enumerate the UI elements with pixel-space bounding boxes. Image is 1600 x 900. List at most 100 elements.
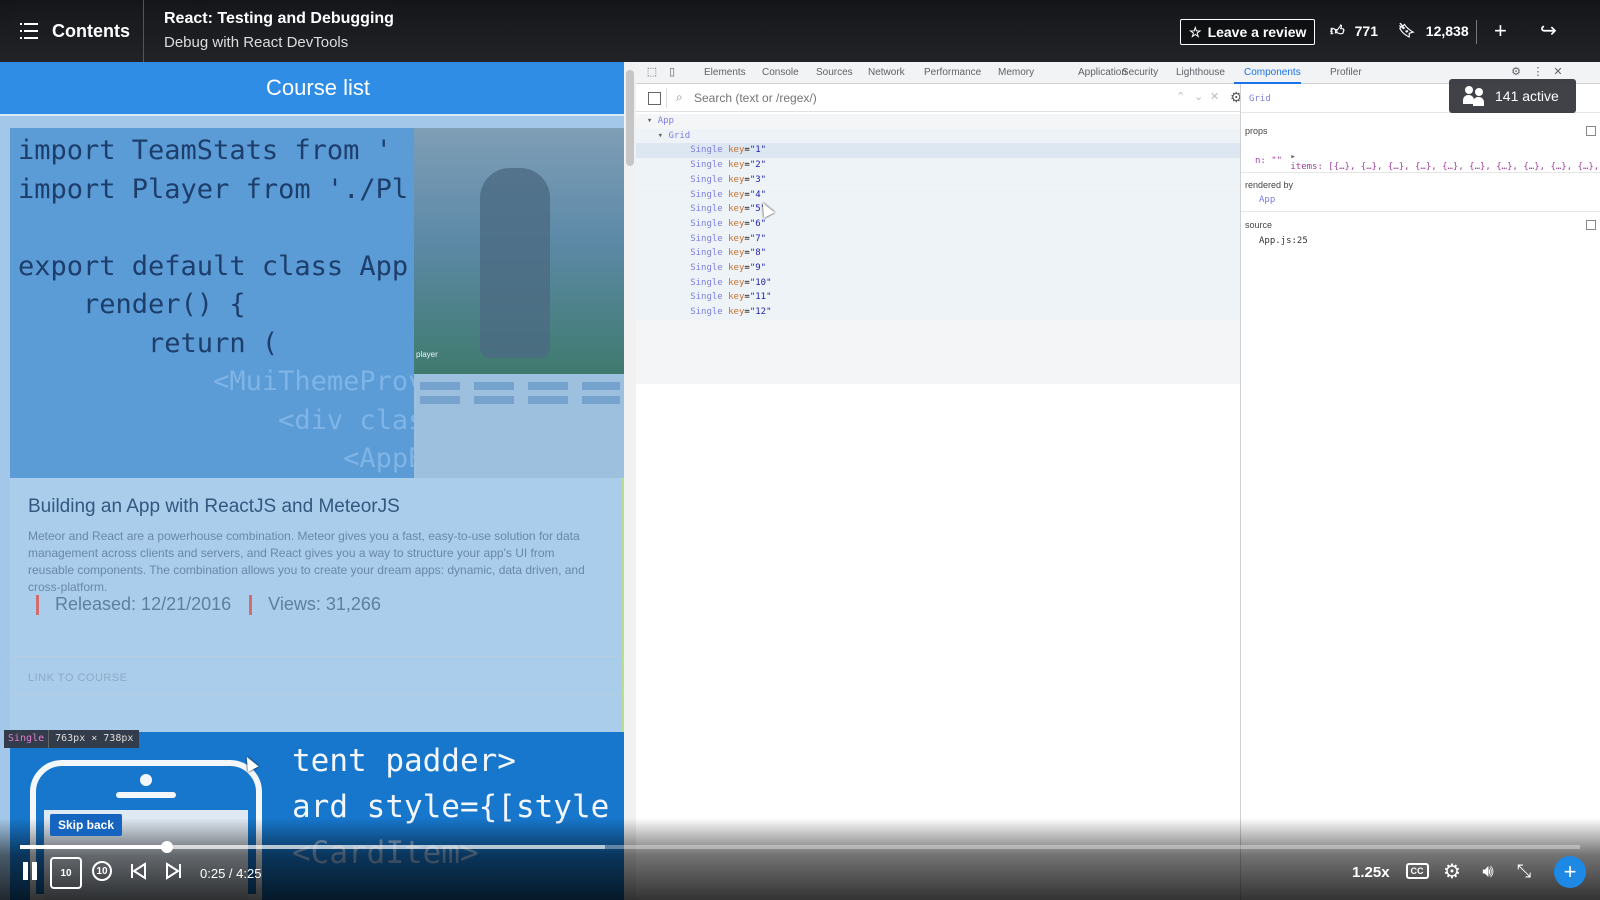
- player-figure: [480, 168, 550, 358]
- player-controls: [0, 818, 1600, 900]
- tree-node-name: App: [657, 116, 674, 126]
- search-clear-icon[interactable]: ✕: [1210, 90, 1219, 103]
- tree-node-key: key: [728, 204, 745, 215]
- device-toolbar-icon[interactable]: ▯: [666, 66, 678, 78]
- pause-button[interactable]: [18, 856, 42, 886]
- code-line: <div classNa: [278, 404, 414, 436]
- volume-button[interactable]: 🔊︎: [1476, 856, 1500, 886]
- settings-button[interactable]: ⚙: [1440, 856, 1464, 886]
- link-to-course[interactable]: LINK TO COURSE: [28, 672, 128, 684]
- page-scrollbar[interactable]: [624, 62, 636, 900]
- devtools-settings-icon[interactable]: ⚙: [1510, 66, 1522, 78]
- props-label: props: [1245, 126, 1268, 136]
- skip-back-button[interactable]: 10: [50, 857, 82, 889]
- thumbs-up-icon: 👍︎: [1330, 22, 1345, 38]
- exit-fullscreen-button[interactable]: ⤡: [1512, 856, 1536, 886]
- tree-node-single[interactable]: Single key="9": [636, 261, 1240, 276]
- progress-bar[interactable]: [20, 841, 1580, 853]
- contents-label: Contents: [52, 20, 130, 41]
- code-thumbnail: import TeamStats from ' import Player fro…: [10, 128, 414, 478]
- add-to-channel-button[interactable]: +: [1494, 18, 1507, 44]
- tree-node-grid[interactable]: ▾ Grid: [636, 128, 1240, 144]
- tree-node-single[interactable]: Single key="7": [636, 231, 1240, 247]
- collapse-arrow-icon[interactable]: ▾: [636, 131, 669, 141]
- devtools-tab-profiler[interactable]: Profiler: [1330, 67, 1362, 78]
- app-page: Course list import TeamStats from ' impor…: [0, 62, 636, 900]
- volume-icon: 🔊︎: [1482, 860, 1494, 881]
- devtools-tab-components[interactable]: Components: [1234, 67, 1301, 84]
- tree-node-single[interactable]: Single key="11": [636, 290, 1240, 306]
- tree-node-single[interactable]: Single key="6": [636, 216, 1240, 232]
- star-icon: ☆: [1189, 23, 1202, 40]
- tree-node-single[interactable]: Single key="4": [636, 187, 1240, 203]
- tree-node-single[interactable]: Single key="10": [636, 275, 1240, 291]
- tree-node-single[interactable]: Single key="8": [636, 246, 1240, 261]
- tree-node-name: Single: [690, 204, 723, 215]
- collapse-arrow-icon[interactable]: ▾: [636, 116, 658, 126]
- course-card-meta: Released: 12/21/2016 Views: 31,266: [36, 594, 381, 616]
- code-line: <MuiThemeProvide: [213, 366, 414, 397]
- devtools-tab-lighthouse[interactable]: Lighthouse: [1176, 67, 1225, 78]
- devtools-tab-console[interactable]: Console: [762, 67, 799, 78]
- tree-node-name: Grid: [668, 130, 691, 141]
- skip-forward-button[interactable]: 10: [90, 856, 114, 886]
- contents-button[interactable]: Contents: [20, 16, 130, 46]
- rendered-by-value[interactable]: App: [1259, 195, 1275, 205]
- bookmark-button[interactable]: 🔖︎ 12,838: [1398, 22, 1469, 39]
- tree-node-single[interactable]: Single key="3": [636, 172, 1240, 188]
- devtools-tab-application[interactable]: Application: [1078, 67, 1127, 78]
- people-icon: [1463, 86, 1485, 106]
- select-component-icon[interactable]: [648, 92, 661, 105]
- devtools-tab-elements[interactable]: Elements: [704, 67, 746, 78]
- tree-node-key: key: [728, 160, 745, 171]
- devtools-close-icon[interactable]: ✕: [1552, 66, 1564, 78]
- devtools-tab-performance[interactable]: Performance: [924, 67, 981, 78]
- tree-node-single[interactable]: Single key="5": [636, 202, 1240, 217]
- search-prev-icon[interactable]: ⌃: [1176, 90, 1185, 103]
- tree-node-single[interactable]: Single key="1": [636, 143, 1240, 159]
- copy-props-icon[interactable]: [1586, 126, 1596, 136]
- divider: [1241, 172, 1600, 173]
- progress-scrubber[interactable]: [161, 841, 174, 853]
- devtools-panel: ⬚ ▯ ⚙ ⋮ ✕ Elements Console Sources Network P…: [636, 62, 1600, 900]
- source-label: source: [1245, 220, 1273, 230]
- expand-arrow-icon[interactable]: ▸: [1290, 152, 1295, 162]
- tree-node-name: Single: [690, 145, 723, 156]
- inspected-component-name: Grid: [1249, 94, 1271, 104]
- tree-node-key: key: [728, 307, 745, 318]
- course-card[interactable]: import TeamStats from ' import Player fro…: [10, 128, 628, 774]
- devtools-tab-security[interactable]: Security: [1122, 67, 1158, 78]
- next-clip-button[interactable]: [162, 856, 186, 886]
- source-value[interactable]: App.js:25: [1259, 236, 1308, 246]
- copy-source-icon[interactable]: [1586, 220, 1596, 230]
- tree-node-app[interactable]: ▾ App: [636, 114, 1240, 129]
- inspect-element-icon[interactable]: ⬚: [646, 66, 658, 78]
- tree-node-name: Single: [690, 160, 723, 171]
- props-items[interactable]: ▸ items: [{…}, {…}, {…}, {…}, {…}, {…}, …: [1247, 142, 1600, 182]
- devtools-tab-network[interactable]: Network: [868, 67, 905, 78]
- devtools-tab-memory[interactable]: Memory: [998, 67, 1034, 78]
- scroll-thumb[interactable]: [626, 70, 634, 166]
- previous-clip-button[interactable]: [126, 856, 150, 886]
- devtools-more-icon[interactable]: ⋮: [1532, 66, 1544, 78]
- view-count: Views: 31,266: [249, 594, 381, 616]
- share-button[interactable]: ↪: [1540, 18, 1557, 43]
- photo-details: player: [414, 350, 628, 478]
- captions-button[interactable]: CC: [1405, 856, 1429, 886]
- chip-row: [420, 396, 620, 404]
- search-next-icon[interactable]: ⌄: [1194, 90, 1203, 103]
- playback-speed-button[interactable]: 1.25x: [1352, 864, 1390, 881]
- like-button[interactable]: 👍︎ 771: [1330, 22, 1378, 39]
- devtools-tab-sources[interactable]: Sources: [816, 67, 853, 78]
- course-card-title: Building an App with ReactJS and MeteorJ…: [28, 496, 400, 517]
- component-search-input[interactable]: [694, 89, 1134, 107]
- tree-node-single[interactable]: Single key="12": [636, 305, 1240, 320]
- tree-node-name: Single: [690, 277, 723, 288]
- tree-node-single[interactable]: Single key="2": [636, 158, 1240, 173]
- cc-icon: CC: [1405, 863, 1429, 879]
- skip-back-tooltip: Skip back: [50, 814, 123, 836]
- course-title: React: Testing and Debugging: [164, 10, 394, 27]
- leave-review-button[interactable]: ☆ Leave a review: [1180, 19, 1316, 45]
- add-button[interactable]: +: [1554, 856, 1586, 888]
- divider: [1476, 20, 1477, 44]
